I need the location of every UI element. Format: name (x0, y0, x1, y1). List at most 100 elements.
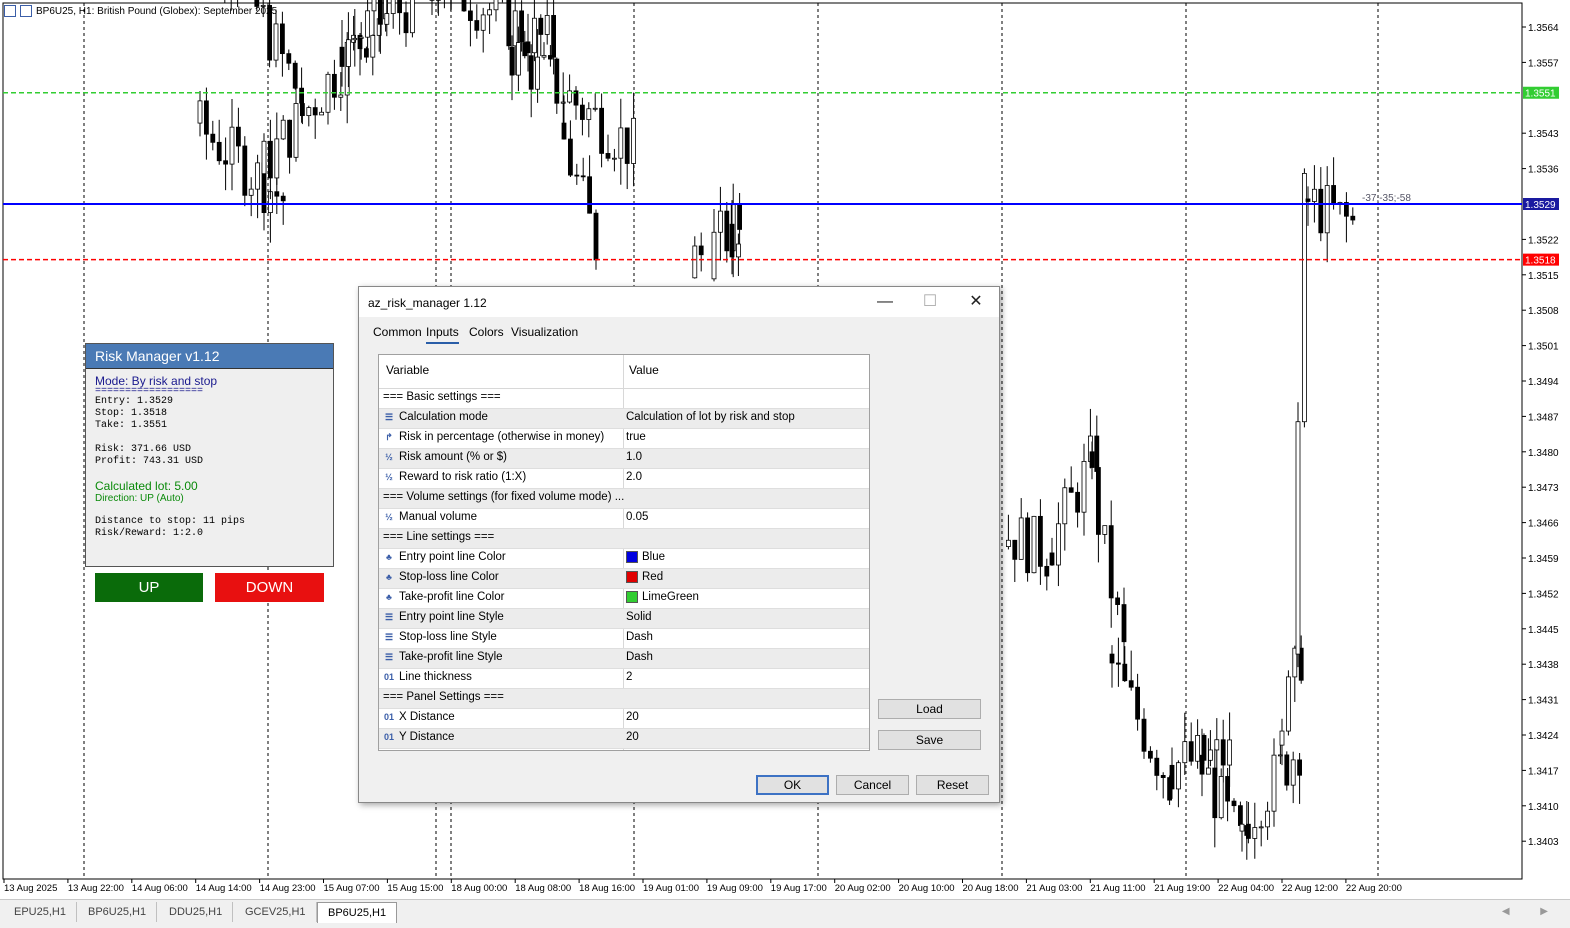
symbol-tab[interactable]: DDU25,H1 (159, 902, 233, 922)
time-tick-label: 22 Aug 20:00 (1346, 883, 1402, 894)
time-tick-label: 15 Aug 15:00 (387, 883, 443, 894)
value-cell[interactable]: 20 (626, 731, 639, 743)
value-cell[interactable]: Solid (626, 611, 652, 623)
candle-body (632, 118, 636, 163)
table-row[interactable]: === Line settings === (379, 529, 869, 549)
value-cell[interactable]: 20 (626, 711, 639, 723)
candle-body (340, 47, 344, 66)
table-row[interactable]: 01Line thickness2 (379, 669, 869, 689)
table-row[interactable]: 01X Distance20 (379, 709, 869, 729)
candle-body (580, 105, 584, 119)
time-tick-label: 13 Aug 2025 (4, 883, 57, 894)
table-row[interactable]: === Panel Settings === (379, 689, 869, 709)
tab-inputs[interactable]: Inputs (426, 325, 459, 344)
table-row[interactable]: 01Y Distance20 (379, 729, 869, 749)
chart-type-icon[interactable] (20, 5, 32, 17)
chart-menu-icon[interactable] (4, 5, 16, 17)
up-button[interactable]: UP (95, 573, 203, 602)
candle-body (587, 109, 591, 120)
column-variable[interactable]: Variable (386, 363, 429, 377)
candle-body (1129, 681, 1133, 688)
minimize-icon[interactable]: — (873, 291, 897, 313)
double-type-icon: ½ (383, 511, 395, 523)
candle-body (545, 15, 549, 34)
candle-body (1032, 516, 1036, 572)
maximize-icon[interactable]: ☐ (918, 291, 942, 313)
candle-body (516, 43, 520, 76)
candle-body (1090, 452, 1094, 468)
candle-body (1206, 768, 1210, 774)
candle-body (1122, 605, 1126, 642)
candle-body (625, 128, 629, 164)
table-row[interactable]: ♣Entry point line ColorBlue (379, 549, 869, 569)
variable-value: Red (642, 571, 663, 583)
value-cell[interactable]: Dash (626, 631, 653, 643)
save-button[interactable]: Save (878, 730, 981, 750)
candle-body (562, 123, 566, 139)
value-cell[interactable]: 2.0 (626, 471, 642, 483)
variable-cell: ☰Calculation mode (383, 411, 488, 423)
table-row[interactable]: === Basic settings === (379, 389, 869, 409)
value-cell[interactable]: 1.0 (626, 451, 642, 463)
ok-button[interactable]: OK (756, 775, 829, 795)
table-row[interactable]: ☰Entry point line StyleSolid (379, 609, 869, 629)
table-row[interactable]: ½Manual volume0.05 (379, 509, 869, 529)
tab-colors[interactable]: Colors (469, 325, 504, 339)
candle-body (1161, 775, 1165, 777)
load-button[interactable]: Load (878, 699, 981, 719)
value-cell[interactable]: Calculation of lot by risk and stop (626, 411, 795, 423)
time-tick-label: 18 Aug 08:00 (515, 883, 571, 894)
column-value[interactable]: Value (629, 363, 659, 377)
price-tick-label: 1.3487 (1528, 412, 1559, 423)
table-row[interactable]: ☰Calculation mode Calculation of lot by r… (379, 409, 869, 429)
symbol-tab[interactable]: EPU25,H1 (4, 902, 77, 922)
value-cell[interactable]: 2 (626, 671, 632, 683)
candle-body (359, 37, 363, 38)
candle-body (725, 211, 729, 251)
variable-value: Solid (626, 611, 652, 623)
value-cell[interactable]: true (626, 431, 646, 443)
time-tick-label: 14 Aug 14:00 (196, 883, 252, 894)
value-cell[interactable]: Red (626, 571, 663, 583)
price-tick-label: 1.3452 (1528, 589, 1559, 600)
price-tick-label: 1.3431 (1528, 696, 1559, 707)
table-row[interactable]: ½Risk amount (% or $)1.0 (379, 449, 869, 469)
symbol-tab-active[interactable]: BP6U25,H1 (317, 902, 397, 923)
dialog-titlebar[interactable]: az_risk_manager 1.12 — ☐ ✕ (359, 287, 999, 317)
table-row[interactable]: ☰Take-profit line StyleDash (379, 649, 869, 669)
value-cell[interactable]: Dash (626, 651, 653, 663)
reset-button[interactable]: Reset (916, 775, 989, 795)
inputs-dialog: az_risk_manager 1.12 — ☐ ✕ Common Inputs… (358, 286, 1000, 803)
table-row[interactable]: ½Reward to risk ratio (1:X)2.0 (379, 469, 869, 489)
close-icon[interactable]: ✕ (964, 291, 988, 313)
tab-visualization[interactable]: Visualization (511, 325, 578, 339)
candle-body (575, 175, 579, 176)
candle-body (1221, 740, 1225, 765)
enum-type-icon: ☰ (383, 411, 395, 423)
tab-common[interactable]: Common (373, 325, 422, 339)
variable-name: === Volume settings (for fixed volume mo… (383, 491, 624, 503)
down-button[interactable]: DOWN (215, 573, 324, 602)
table-row[interactable]: ♣Take-profit line ColorLimeGreen (379, 589, 869, 609)
candle-body (300, 104, 304, 116)
time-tick-label: 19 Aug 01:00 (643, 883, 699, 894)
symbol-tab[interactable]: BP6U25,H1 (78, 902, 157, 922)
table-row[interactable]: === Volume settings (for fixed volume mo… (379, 489, 869, 509)
value-cell[interactable]: 0.05 (626, 511, 648, 523)
symbol-tab[interactable]: GCEV25,H1 (235, 902, 317, 922)
cancel-button[interactable]: Cancel (836, 775, 909, 795)
candle-body (1056, 524, 1060, 565)
tab-scroll-icons[interactable]: ◀ ▶ (1502, 906, 1562, 917)
symbol-tabs-bar: EPU25,H1 BP6U25,H1 DDU25,H1 GCEV25,H1 BP… (0, 899, 1570, 928)
value-cell[interactable]: Blue (626, 551, 665, 563)
color-type-icon: ♣ (383, 591, 395, 603)
table-row[interactable]: ↱Risk in percentage (otherwise in money)… (379, 429, 869, 449)
price-tick-label: 1.3522 (1528, 235, 1559, 246)
candle-body (1319, 189, 1323, 233)
time-tick-label: 22 Aug 04:00 (1218, 883, 1274, 894)
candle-body (1069, 488, 1073, 493)
table-row[interactable]: ♣Stop-loss line ColorRed (379, 569, 869, 589)
candle-body (1196, 735, 1200, 761)
value-cell[interactable]: LimeGreen (626, 591, 699, 603)
table-row[interactable]: ☰Stop-loss line StyleDash (379, 629, 869, 649)
